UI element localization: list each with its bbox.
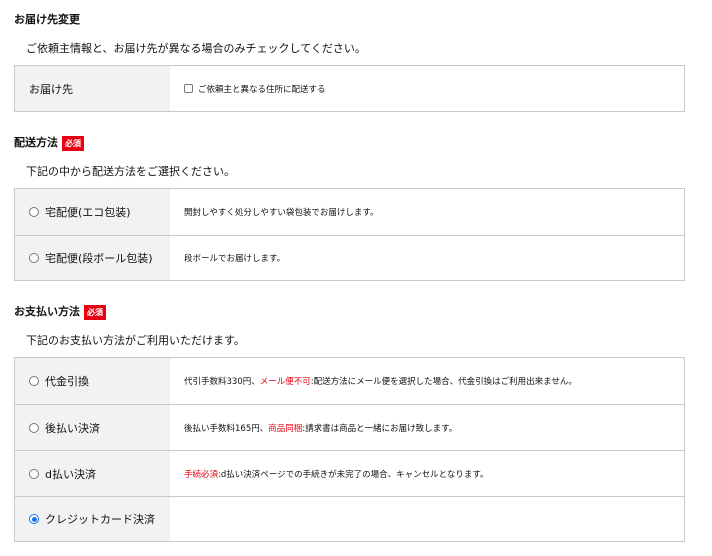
shipping-option-eco[interactable]: 宅配便(エコ包装) [15,189,170,235]
payment-option-credit-card[interactable]: クレジットカード決済 [15,497,170,541]
required-badge: 必須 [84,304,106,320]
shipping-description: 下記の中から配送方法をご選択ください。 [26,165,235,178]
payment-title-text: お支払い方法 [14,305,80,318]
payment-option-row[interactable]: 代金引換 代引手数料330円、 メール便不可:配送方法にメール便を選択した場合、代… [15,358,684,404]
payment-option-label: 代金引換 [45,375,89,388]
delivery-change-title: お届け先変更 [14,12,80,28]
payment-option-label: d払い決済 [45,467,96,481]
payment-option-deferred[interactable]: 後払い決済 [15,405,170,450]
payment-option-row[interactable]: 後払い決済 後払い手数料165円、 商品同梱:請求書は商品と一緒にお届け致します。 [15,404,684,450]
delivery-address-label: お届け先 [15,66,170,111]
payment-title: お支払い方法 必須 [14,304,106,320]
shipping-option-label: 宅配便(エコ包装) [45,206,131,219]
payment-option-detail: 代引手数料330円、 メール便不可:配送方法にメール便を選択した場合、代金引換はご… [170,358,684,404]
delivery-change-title-text: お届け先変更 [14,13,80,26]
different-address-checkbox-label: ご依頼主と異なる住所に配送する [198,84,326,95]
detail-prefix: 代引手数料330円、 [184,377,260,387]
detail-suffix: :請求書は商品と一緒にお届け致します。 [302,423,458,434]
radio-button[interactable] [29,376,39,386]
payment-option-row[interactable]: d払い決済 手続必須:d払い決済ページでの手続きが未完了の場合、キャンセルとなり… [15,450,684,496]
radio-button[interactable] [29,468,39,479]
payment-option-label: 後払い決済 [45,421,100,435]
payment-option-dpay[interactable]: d払い決済 [15,451,170,496]
payment-option-detail: 後払い手数料165円、 商品同梱:請求書は商品と一緒にお届け致します。 [170,405,684,450]
payment-option-label: クレジットカード決済 [45,513,155,526]
delivery-change-table: お届け先 ご依頼主と異なる住所に配送する [14,65,685,112]
shipping-option-row[interactable]: 宅配便(段ボール包装) 段ボールでお届けします。 [15,235,684,280]
checkbox-icon[interactable] [184,84,193,93]
payment-option-row[interactable]: クレジットカード決済 [15,496,684,541]
radio-button[interactable] [29,253,39,263]
radio-button-selected[interactable] [29,514,39,524]
shipping-title: 配送方法 必須 [14,135,84,151]
detail-suffix: :配送方法にメール便を選択した場合、代金引換はご利用出来ません。 [310,377,577,387]
payment-option-cod[interactable]: 代金引換 [15,358,170,404]
radio-button[interactable] [29,207,39,217]
different-address-checkbox[interactable]: ご依頼主と異なる住所に配送する [184,83,326,95]
delivery-change-description: ご依頼主情報と、お届け先が異なる場合のみチェックしてください。 [26,42,366,55]
payment-table: 代金引換 代引手数料330円、 メール便不可:配送方法にメール便を選択した場合、代… [14,357,685,542]
payment-description: 下記のお支払い方法がご利用いただけます。 [26,334,245,347]
shipping-option-row[interactable]: 宅配便(エコ包装) 開封しやすく処分しやすい袋包装でお届けします。 [15,189,684,235]
detail-prefix: 後払い手数料165円、 [184,423,269,434]
shipping-option-cardboard[interactable]: 宅配便(段ボール包装) [15,236,170,280]
payment-option-detail [170,497,684,541]
shipping-table: 宅配便(エコ包装) 開封しやすく処分しやすい袋包装でお届けします。 宅配便(段ボ… [14,188,685,281]
detail-highlight: メール便不可 [259,377,311,387]
delivery-address-value: ご依頼主と異なる住所に配送する [170,66,684,111]
radio-button[interactable] [29,422,39,433]
shipping-title-text: 配送方法 [14,136,58,149]
shipping-option-detail: 開封しやすく処分しやすい袋包装でお届けします。 [184,208,379,218]
payment-option-detail: 手続必須:d払い決済ページでの手続きが未完了の場合、キャンセルとなります。 [170,451,684,496]
detail-suffix: :d払い決済ページでの手続きが未完了の場合、キャンセルとなります。 [218,469,489,480]
shipping-option-detail: 段ボールでお届けします。 [184,254,286,264]
detail-highlight: 商品同梱 [268,423,303,434]
delivery-address-row: お届け先 ご依頼主と異なる住所に配送する [15,66,684,111]
detail-highlight: 手続必須 [184,469,219,480]
shipping-option-label: 宅配便(段ボール包装) [45,252,153,265]
required-badge: 必須 [62,135,84,151]
